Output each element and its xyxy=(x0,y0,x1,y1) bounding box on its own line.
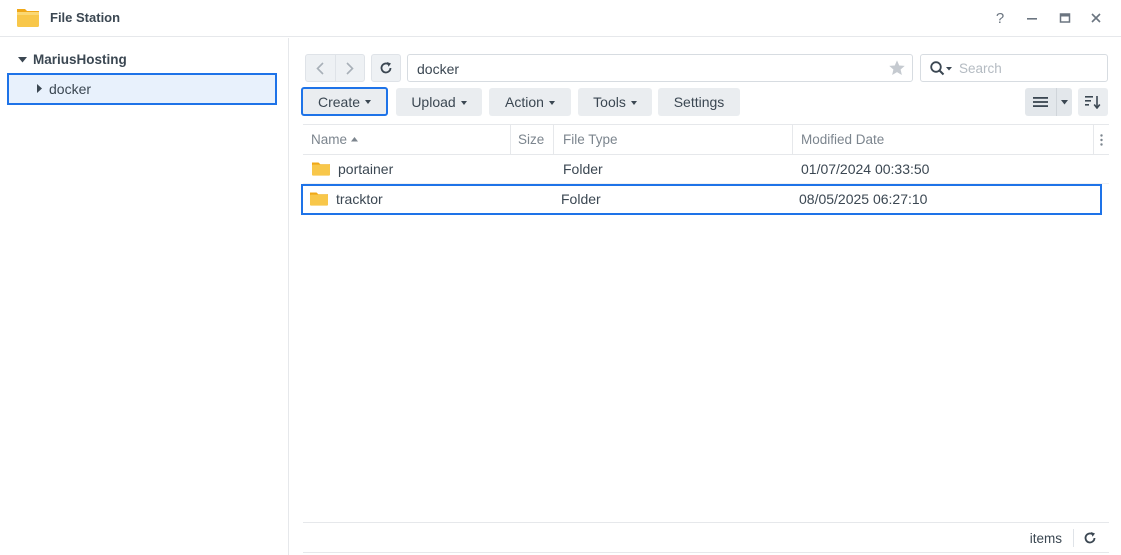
create-button[interactable]: Create xyxy=(301,87,388,116)
footer-refresh-button[interactable] xyxy=(1081,529,1099,547)
caret-down-icon[interactable] xyxy=(18,56,27,63)
search-icon[interactable] xyxy=(930,61,954,76)
folder-icon xyxy=(312,162,330,176)
table-header: Name Size File Type Modified Date xyxy=(303,124,1109,155)
help-icon: ? xyxy=(995,9,1005,27)
path-field[interactable]: docker xyxy=(407,54,913,82)
action-label: Action xyxy=(505,94,544,110)
tree-root-label: MariusHosting xyxy=(33,52,127,67)
refresh-icon xyxy=(380,62,392,74)
back-button[interactable] xyxy=(306,55,335,81)
settings-label: Settings xyxy=(673,94,725,110)
chevron-left-icon xyxy=(316,61,324,75)
star-icon[interactable] xyxy=(888,59,906,77)
column-divider[interactable] xyxy=(1093,125,1094,155)
history-nav-group xyxy=(305,54,365,82)
title-bar: File Station ? xyxy=(0,0,1121,37)
table-row[interactable]: tracktor Folder 08/05/2025 06:27:10 xyxy=(301,184,1102,215)
file-modified-date: 08/05/2025 06:27:10 xyxy=(799,191,928,207)
folder-icon xyxy=(310,192,328,206)
file-type: Folder xyxy=(561,191,601,207)
maximize-button[interactable] xyxy=(1055,8,1075,28)
maximize-icon xyxy=(1059,13,1071,23)
refresh-button[interactable] xyxy=(371,54,401,82)
tree-root-mariushosting[interactable]: MariusHosting xyxy=(18,52,127,67)
refresh-icon xyxy=(1084,532,1096,544)
column-file-type-header[interactable]: File Type xyxy=(563,132,618,147)
dropdown-arrow-icon xyxy=(548,100,555,105)
caret-down-icon xyxy=(1061,99,1068,104)
column-name-label: Name xyxy=(311,132,348,147)
file-station-app-icon xyxy=(17,9,39,27)
minimize-button[interactable] xyxy=(1022,8,1042,28)
search-input[interactable] xyxy=(959,59,1099,77)
table-row[interactable]: portainer Folder 01/07/2024 00:33:50 xyxy=(303,155,1109,184)
minimize-icon xyxy=(1027,18,1037,20)
list-view-button[interactable] xyxy=(1025,88,1056,116)
chevron-right-icon xyxy=(346,61,354,75)
create-label: Create xyxy=(317,93,361,110)
column-divider[interactable] xyxy=(553,125,554,155)
window-title: File Station xyxy=(50,10,121,25)
help-button[interactable]: ? xyxy=(990,8,1010,28)
folder-tree-sidebar: MariusHosting docker xyxy=(0,38,289,555)
close-icon xyxy=(1091,13,1101,23)
file-type: Folder xyxy=(563,161,603,177)
sort-ascending-icon xyxy=(351,137,359,142)
file-modified-date: 01/07/2024 00:33:50 xyxy=(801,161,930,177)
sort-button[interactable] xyxy=(1078,88,1108,116)
forward-button[interactable] xyxy=(334,55,365,81)
status-bar: items xyxy=(303,522,1109,553)
column-name-header[interactable]: Name xyxy=(311,132,359,147)
caret-right-icon[interactable] xyxy=(37,84,42,93)
tools-button[interactable]: Tools xyxy=(578,88,652,116)
view-mode-dropdown[interactable] xyxy=(1056,88,1072,116)
path-value: docker xyxy=(417,61,460,77)
column-modified-header[interactable]: Modified Date xyxy=(801,132,884,147)
upload-button[interactable]: Upload xyxy=(396,88,482,116)
search-field[interactable] xyxy=(920,54,1108,82)
list-view-icon xyxy=(1033,97,1048,107)
close-button[interactable] xyxy=(1086,8,1106,28)
view-mode-group xyxy=(1025,88,1072,116)
column-divider[interactable] xyxy=(792,125,793,155)
footer-divider xyxy=(1073,529,1074,547)
tools-label: Tools xyxy=(593,94,626,110)
column-options-icon[interactable] xyxy=(1100,134,1103,146)
dropdown-arrow-icon xyxy=(630,100,637,105)
column-divider[interactable] xyxy=(510,125,511,155)
sort-icon xyxy=(1085,96,1101,109)
sidebar-item-docker[interactable]: docker xyxy=(7,73,277,105)
file-name: tracktor xyxy=(336,191,383,207)
sidebar-item-label: docker xyxy=(49,81,92,97)
items-count-label: items xyxy=(1029,531,1062,546)
dropdown-arrow-icon xyxy=(365,100,372,104)
dropdown-arrow-icon xyxy=(460,100,467,105)
action-button[interactable]: Action xyxy=(489,88,571,116)
file-name: portainer xyxy=(338,161,394,177)
upload-label: Upload xyxy=(411,94,456,110)
settings-button[interactable]: Settings xyxy=(658,88,740,116)
column-size-header[interactable]: Size xyxy=(518,132,544,147)
